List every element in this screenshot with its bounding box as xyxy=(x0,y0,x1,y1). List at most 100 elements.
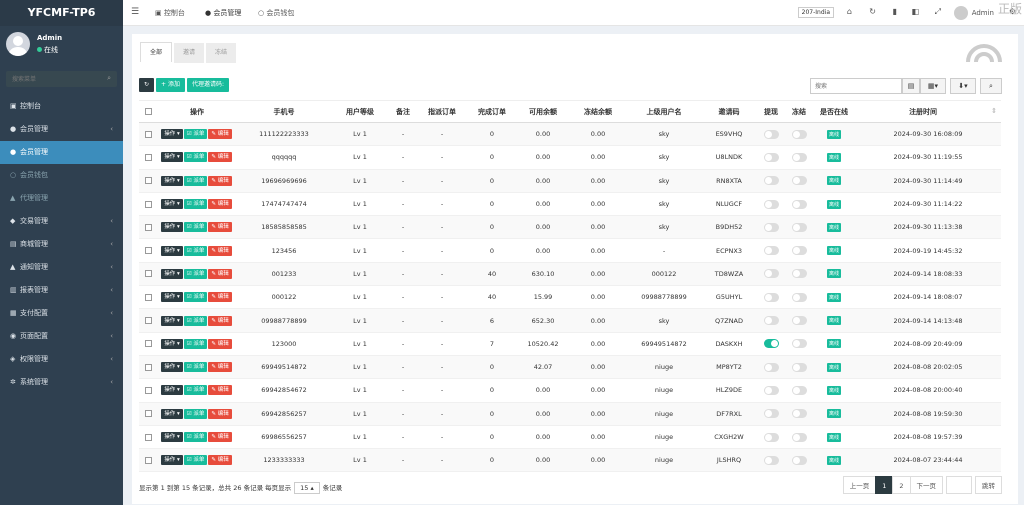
assign-order-button[interactable]: ☑ 派单 xyxy=(183,455,208,466)
operate-dropdown-button[interactable]: 操作 ▾ xyxy=(161,455,183,466)
freeze-toggle[interactable] xyxy=(791,199,807,209)
freeze-toggle[interactable] xyxy=(791,176,807,186)
freeze-toggle[interactable] xyxy=(791,432,807,442)
freeze-toggle[interactable] xyxy=(791,152,807,162)
header-admin-name[interactable]: Admin xyxy=(972,9,994,17)
sidebar-item-5[interactable]: ◆ 交易管理 ‹ xyxy=(0,210,123,233)
edit-button[interactable]: ✎ 编辑 xyxy=(208,315,232,326)
assign-order-button[interactable]: ☑ 派单 xyxy=(183,315,208,326)
tab-dashboard[interactable]: ▣ 控制台 xyxy=(155,8,185,18)
prev-page-button[interactable]: 上一页 xyxy=(842,476,877,494)
sidebar-item-4[interactable]: ▲ 代理管理 xyxy=(0,187,123,210)
freeze-toggle[interactable] xyxy=(791,455,807,465)
language-select[interactable]: 207-India xyxy=(797,7,834,18)
row-checkbox[interactable] xyxy=(144,130,152,138)
assign-order-button[interactable]: ☑ 派单 xyxy=(183,199,208,210)
columns-button[interactable]: ▦▾ xyxy=(920,78,946,94)
advanced-search-button[interactable]: ⌕ xyxy=(980,78,1002,94)
refresh-button[interactable]: ↻ xyxy=(139,78,155,92)
withdraw-toggle[interactable] xyxy=(763,246,779,256)
operate-dropdown-button[interactable]: 操作 ▾ xyxy=(161,199,183,210)
withdraw-toggle[interactable] xyxy=(763,222,779,232)
withdraw-toggle[interactable] xyxy=(763,129,779,139)
assign-order-button[interactable]: ☑ 派单 xyxy=(183,338,208,349)
edit-button[interactable]: ✎ 编辑 xyxy=(208,175,232,186)
jump-page-input[interactable] xyxy=(946,476,972,494)
sidebar-item-2[interactable]: ● 会员管理 xyxy=(0,141,123,164)
sidebar-item-12[interactable]: ✲ 系统管理 ‹ xyxy=(0,371,123,394)
withdraw-toggle[interactable] xyxy=(763,199,779,209)
assign-order-button[interactable]: ☑ 派单 xyxy=(183,268,208,279)
withdraw-toggle[interactable] xyxy=(763,432,779,442)
operate-dropdown-button[interactable]: 操作 ▾ xyxy=(161,292,183,303)
edit-button[interactable]: ✎ 编辑 xyxy=(208,129,232,140)
sort-icon[interactable]: ⇕ xyxy=(991,107,997,115)
operate-dropdown-button[interactable]: 操作 ▾ xyxy=(161,362,183,373)
home-icon[interactable]: ⌂ xyxy=(847,7,852,16)
edit-button[interactable]: ✎ 编辑 xyxy=(208,268,232,279)
menu-toggle-icon[interactable]: ☰ xyxy=(131,7,139,17)
withdraw-toggle[interactable] xyxy=(763,176,779,186)
assign-order-button[interactable]: ☑ 派单 xyxy=(183,385,208,396)
row-checkbox[interactable] xyxy=(144,433,152,441)
page-button-2[interactable]: 2 xyxy=(892,476,911,494)
operate-dropdown-button[interactable]: 操作 ▾ xyxy=(161,408,183,419)
row-checkbox[interactable] xyxy=(144,363,152,371)
operate-dropdown-button[interactable]: 操作 ▾ xyxy=(161,385,183,396)
operate-dropdown-button[interactable]: 操作 ▾ xyxy=(161,175,183,186)
row-checkbox[interactable] xyxy=(144,340,152,348)
row-checkbox[interactable] xyxy=(144,200,152,208)
freeze-toggle[interactable] xyxy=(791,269,807,279)
withdraw-toggle[interactable] xyxy=(763,292,779,302)
tab-frozen[interactable]: 冻结 xyxy=(206,43,237,63)
sidebar-item-7[interactable]: ▲ 通知管理 ‹ xyxy=(0,256,123,279)
assign-order-button[interactable]: ☑ 派单 xyxy=(183,175,208,186)
assign-order-button[interactable]: ☑ 派单 xyxy=(183,408,208,419)
freeze-toggle[interactable] xyxy=(791,385,807,395)
invite-code-button[interactable]: 代理邀请码: xyxy=(186,78,229,92)
fullscreen-icon[interactable]: ⤢ xyxy=(935,7,941,17)
operate-dropdown-button[interactable]: 操作 ▾ xyxy=(161,222,183,233)
tab-all[interactable]: 全部 xyxy=(140,42,173,62)
next-page-button[interactable]: 下一页 xyxy=(909,476,943,494)
assign-order-button[interactable]: ☑ 派单 xyxy=(183,362,208,373)
operate-dropdown-button[interactable]: 操作 ▾ xyxy=(161,268,183,279)
edit-button[interactable]: ✎ 编辑 xyxy=(208,338,232,349)
edit-button[interactable]: ✎ 编辑 xyxy=(208,152,232,163)
assign-order-button[interactable]: ☑ 派单 xyxy=(183,222,208,233)
sidebar-item-6[interactable]: ▤ 商城管理 ‹ xyxy=(0,233,123,256)
withdraw-toggle[interactable] xyxy=(763,385,779,395)
operate-dropdown-button[interactable]: 操作 ▾ xyxy=(161,315,183,326)
refresh-icon[interactable]: ↻ xyxy=(869,7,876,16)
row-checkbox[interactable] xyxy=(144,410,152,418)
withdraw-toggle[interactable] xyxy=(763,362,779,372)
brand-logo[interactable]: YFCMF-TP6 xyxy=(0,0,123,26)
select-all-checkbox[interactable] xyxy=(144,108,152,115)
freeze-toggle[interactable] xyxy=(791,129,807,139)
tab-member-manage[interactable]: ● 会员管理 xyxy=(205,8,241,18)
freeze-toggle[interactable] xyxy=(791,292,807,302)
assign-order-button[interactable]: ☑ 派单 xyxy=(183,292,208,303)
withdraw-toggle[interactable] xyxy=(763,339,779,349)
operate-dropdown-button[interactable]: 操作 ▾ xyxy=(161,338,183,349)
edit-button[interactable]: ✎ 编辑 xyxy=(208,455,232,466)
row-checkbox[interactable] xyxy=(144,153,152,161)
translate-icon[interactable]: ◧ xyxy=(911,7,919,16)
freeze-toggle[interactable] xyxy=(791,222,807,232)
page-size-select[interactable]: 15 ▴ xyxy=(294,482,320,494)
assign-order-button[interactable]: ☑ 派单 xyxy=(183,129,208,140)
withdraw-toggle[interactable] xyxy=(763,455,779,465)
toggle-view-button[interactable]: ▤ xyxy=(902,78,920,94)
trash-icon[interactable]: ▮ xyxy=(893,7,897,16)
row-checkbox[interactable] xyxy=(144,247,152,255)
tab-invite[interactable]: 邀请 xyxy=(174,43,205,63)
add-button[interactable]: + 添加 xyxy=(156,78,185,92)
freeze-toggle[interactable] xyxy=(791,362,807,372)
withdraw-toggle[interactable] xyxy=(763,316,779,326)
row-checkbox[interactable] xyxy=(144,223,152,231)
edit-button[interactable]: ✎ 编辑 xyxy=(208,199,232,210)
sidebar-item-3[interactable]: ○ 会员钱包 xyxy=(0,164,123,187)
operate-dropdown-button[interactable]: 操作 ▾ xyxy=(161,432,183,442)
sidebar-item-1[interactable]: ● 会员管理 ‹ xyxy=(0,118,123,141)
freeze-toggle[interactable] xyxy=(791,246,807,256)
